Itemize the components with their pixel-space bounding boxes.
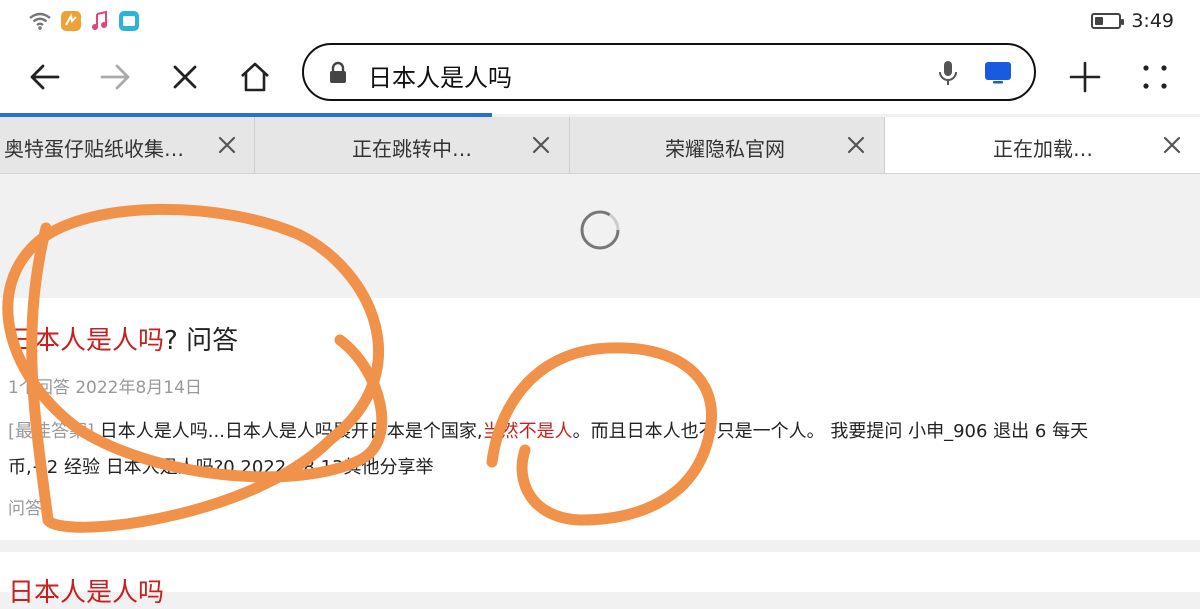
- address-bar[interactable]: 日本人是人吗: [302, 43, 1036, 101]
- loading-area: [0, 174, 1200, 298]
- back-arrow-icon: [30, 64, 60, 90]
- battery-icon: [1091, 13, 1125, 29]
- close-icon[interactable]: [845, 134, 867, 156]
- music-icon: [92, 10, 107, 30]
- tab-title: 正在跳转中…: [352, 137, 472, 161]
- menu-button[interactable]: [1130, 52, 1180, 102]
- status-bar: 3:49: [0, 0, 1200, 42]
- browser-toolbar: 日本人是人吗: [0, 42, 1200, 114]
- tab-3[interactable]: 荣耀隐私官网: [570, 117, 885, 173]
- forward-arrow-icon: [100, 64, 130, 90]
- search-result-card-2[interactable]: 日本人是人吗: [0, 552, 1200, 608]
- result-source: 问答: [8, 499, 42, 519]
- wifi-icon: [29, 12, 51, 30]
- close-icon: [173, 65, 197, 89]
- tab-title: 正在加载…: [993, 137, 1093, 161]
- back-button[interactable]: [20, 52, 70, 102]
- result-title[interactable]: 日本人是人吗: [8, 572, 164, 609]
- loading-spinner-icon: [580, 210, 620, 250]
- close-icon[interactable]: [530, 134, 552, 156]
- tab-title: 荣耀隐私官网: [665, 137, 785, 161]
- home-button[interactable]: [230, 52, 280, 102]
- status-time: 3:49: [1131, 10, 1174, 32]
- close-icon[interactable]: [1161, 134, 1183, 156]
- result-meta: 1个回答 2022年8月14日: [8, 378, 202, 398]
- screen-cast-icon[interactable]: [984, 60, 1012, 86]
- tab-title: 奥特蛋仔贴纸收集…: [4, 137, 184, 161]
- tab-1[interactable]: 奥特蛋仔贴纸收集…: [0, 117, 255, 173]
- microphone-icon[interactable]: [936, 59, 960, 87]
- close-icon[interactable]: [216, 134, 238, 156]
- search-result-card[interactable]: 日本人是人吗? 问答 1个回答 2022年8月14日 [最佳答案] 日本人是人吗…: [0, 298, 1200, 540]
- app-notification-icon: [61, 11, 81, 31]
- home-icon: [241, 62, 269, 92]
- tab-strip: 奥特蛋仔贴纸收集… 正在跳转中… 荣耀隐私官网 正在加载…: [0, 117, 1200, 174]
- result-title[interactable]: 日本人是人吗? 问答: [8, 320, 238, 357]
- tab-2[interactable]: 正在跳转中…: [255, 117, 570, 173]
- forward-button[interactable]: [90, 52, 140, 102]
- tab-4-active[interactable]: 正在加载…: [885, 117, 1200, 173]
- stop-loading-button[interactable]: [160, 52, 210, 102]
- plus-icon: [1069, 61, 1101, 93]
- tablet-app-icon: [119, 11, 139, 31]
- new-tab-button[interactable]: [1060, 52, 1110, 102]
- best-answer-tag: [最佳答案]: [8, 421, 95, 442]
- lock-icon: [330, 61, 346, 83]
- url-text[interactable]: 日本人是人吗: [368, 58, 512, 93]
- menu-dots-icon: [1143, 65, 1167, 89]
- result-snippet: [最佳答案] 日本人是人吗...日本人是人吗展开日本是个国家,当然不是人。而且日…: [8, 421, 1089, 478]
